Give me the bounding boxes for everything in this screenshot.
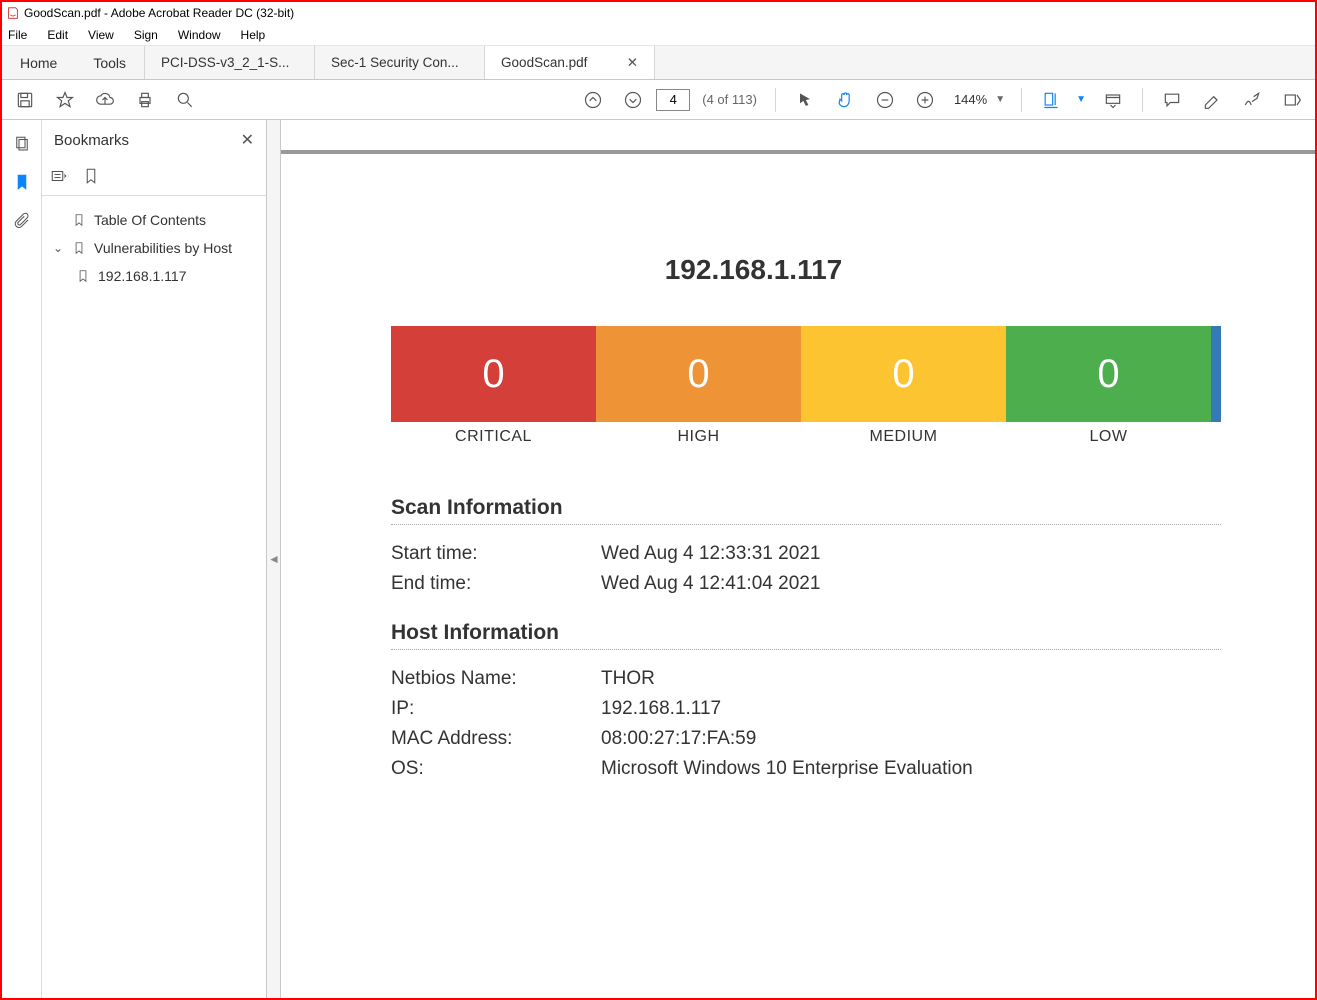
- menu-file[interactable]: File: [6, 25, 37, 45]
- severity-label-critical: CRITICAL: [391, 428, 596, 446]
- navigation-rail: [2, 120, 42, 998]
- document-tab-3[interactable]: GoodScan.pdf ✕: [485, 46, 655, 79]
- document-tab-label: Sec-1 Security Con...: [331, 55, 459, 70]
- toolbar: (4 of 113) 144% ▼ ▼: [2, 80, 1315, 120]
- attachments-icon[interactable]: [10, 208, 34, 232]
- severity-medium-count: 0: [801, 326, 1006, 422]
- document-view[interactable]: 192.168.1.117 0 0 0 0 CRITICAL HIGH MEDI…: [281, 120, 1315, 998]
- star-icon[interactable]: [48, 84, 82, 116]
- menu-sign[interactable]: Sign: [124, 25, 168, 45]
- bookmark-item[interactable]: 192.168.1.117: [48, 262, 260, 290]
- close-tab-icon[interactable]: ✕: [617, 55, 638, 71]
- severity-label-low: LOW: [1006, 428, 1211, 446]
- document-tab-1[interactable]: PCI-DSS-v3_2_1-S...: [145, 46, 315, 79]
- fit-dropdown-icon[interactable]: ▼: [1076, 94, 1086, 105]
- host-title: 192.168.1.117: [281, 254, 1226, 286]
- cloud-upload-icon[interactable]: [88, 84, 122, 116]
- hand-tool-icon[interactable]: [828, 84, 862, 116]
- bookmarks-icon[interactable]: [10, 170, 34, 194]
- menu-edit[interactable]: Edit: [37, 25, 78, 45]
- scan-info-val: Wed Aug 4 12:41:04 2021: [601, 573, 820, 595]
- scan-info-row: Start time: Wed Aug 4 12:33:31 2021: [391, 543, 1181, 565]
- comment-icon[interactable]: [1155, 84, 1189, 116]
- zoom-in-icon[interactable]: [908, 84, 942, 116]
- tab-home[interactable]: Home: [2, 46, 75, 79]
- severity-bar: 0 0 0 0: [391, 326, 1221, 422]
- fit-width-icon[interactable]: [1034, 84, 1068, 116]
- host-info-row: IP: 192.168.1.117: [391, 698, 1181, 720]
- host-info-header: Host Information: [391, 621, 1221, 650]
- host-info-row: OS: Microsoft Windows 10 Enterprise Eval…: [391, 758, 1181, 780]
- bookmark-item[interactable]: ⌄ Vulnerabilities by Host: [48, 234, 260, 262]
- window-titlebar: GoodScan.pdf - Adobe Acrobat Reader DC (…: [2, 2, 1315, 24]
- page-count-label: (4 of 113): [702, 92, 757, 107]
- read-mode-icon[interactable]: [1096, 84, 1130, 116]
- window-title: GoodScan.pdf - Adobe Acrobat Reader DC (…: [24, 6, 294, 20]
- page-divider: [281, 150, 1315, 154]
- search-icon[interactable]: [168, 84, 202, 116]
- close-panel-icon[interactable]: ✕: [241, 130, 254, 150]
- bookmarks-tree: ▾ Table Of Contents ⌄ Vulnerabilities by…: [42, 196, 266, 300]
- chevron-down-icon[interactable]: ⌄: [52, 241, 64, 255]
- host-info-key: IP:: [391, 698, 601, 720]
- severity-high-count: 0: [596, 326, 801, 422]
- sign-icon[interactable]: [1235, 84, 1269, 116]
- tabbar: Home Tools PCI-DSS-v3_2_1-S... Sec-1 Sec…: [2, 46, 1315, 80]
- print-icon[interactable]: [128, 84, 162, 116]
- document-tab-2[interactable]: Sec-1 Security Con...: [315, 46, 485, 79]
- new-bookmark-icon[interactable]: [82, 167, 100, 188]
- menu-help[interactable]: Help: [231, 25, 276, 45]
- tab-tools[interactable]: Tools: [75, 46, 144, 79]
- host-info-val: THOR: [601, 668, 655, 690]
- severity-label-medium: MEDIUM: [801, 428, 1006, 446]
- host-info-key: OS:: [391, 758, 601, 780]
- bookmark-label: 192.168.1.117: [98, 268, 187, 284]
- selection-arrow-icon[interactable]: [788, 84, 822, 116]
- severity-info-sliver: [1211, 326, 1221, 422]
- scan-info-key: End time:: [391, 573, 601, 595]
- document-tab-label: PCI-DSS-v3_2_1-S...: [161, 55, 289, 70]
- menubar: File Edit View Sign Window Help: [2, 24, 1315, 46]
- host-info-key: MAC Address:: [391, 728, 601, 750]
- more-tools-icon[interactable]: [1275, 84, 1309, 116]
- bookmark-label: Vulnerabilities by Host: [94, 240, 232, 256]
- document-tab-label: GoodScan.pdf: [501, 55, 587, 70]
- page-up-icon[interactable]: [576, 84, 610, 116]
- host-info-row: Netbios Name: THOR: [391, 668, 1181, 690]
- zoom-dropdown-icon[interactable]: ▼: [995, 94, 1005, 105]
- scan-info-header: Scan Information: [391, 496, 1221, 525]
- scan-info-row: End time: Wed Aug 4 12:41:04 2021: [391, 573, 1181, 595]
- scan-info-val: Wed Aug 4 12:33:31 2021: [601, 543, 820, 565]
- save-icon[interactable]: [8, 84, 42, 116]
- scan-info-key: Start time:: [391, 543, 601, 565]
- severity-labels: CRITICAL HIGH MEDIUM LOW: [391, 428, 1221, 446]
- host-info-val: 08:00:27:17:FA:59: [601, 728, 756, 750]
- acrobat-icon: [6, 6, 20, 20]
- host-info-row: MAC Address: 08:00:27:17:FA:59: [391, 728, 1181, 750]
- severity-low-count: 0: [1006, 326, 1211, 422]
- page-number-input[interactable]: [656, 89, 690, 111]
- highlight-icon[interactable]: [1195, 84, 1229, 116]
- bookmark-options-icon[interactable]: [50, 167, 68, 188]
- severity-critical-count: 0: [391, 326, 596, 422]
- host-info-val: 192.168.1.117: [601, 698, 721, 720]
- menu-window[interactable]: Window: [168, 25, 231, 45]
- bookmarks-panel-title: Bookmarks: [54, 132, 129, 149]
- host-info-val: Microsoft Windows 10 Enterprise Evaluati…: [601, 758, 973, 780]
- page-down-icon[interactable]: [616, 84, 650, 116]
- bookmarks-panel: Bookmarks ✕ ▾ Table Of Contents ⌄ Vulner…: [42, 120, 267, 998]
- bookmark-label: Table Of Contents: [94, 212, 206, 228]
- thumbnails-icon[interactable]: [10, 132, 34, 156]
- zoom-out-icon[interactable]: [868, 84, 902, 116]
- panel-collapse-handle[interactable]: [267, 120, 281, 998]
- bookmark-item[interactable]: ▾ Table Of Contents: [48, 206, 260, 234]
- zoom-level-label[interactable]: 144%: [954, 92, 987, 107]
- menu-view[interactable]: View: [78, 25, 124, 45]
- host-info-key: Netbios Name:: [391, 668, 601, 690]
- severity-label-high: HIGH: [596, 428, 801, 446]
